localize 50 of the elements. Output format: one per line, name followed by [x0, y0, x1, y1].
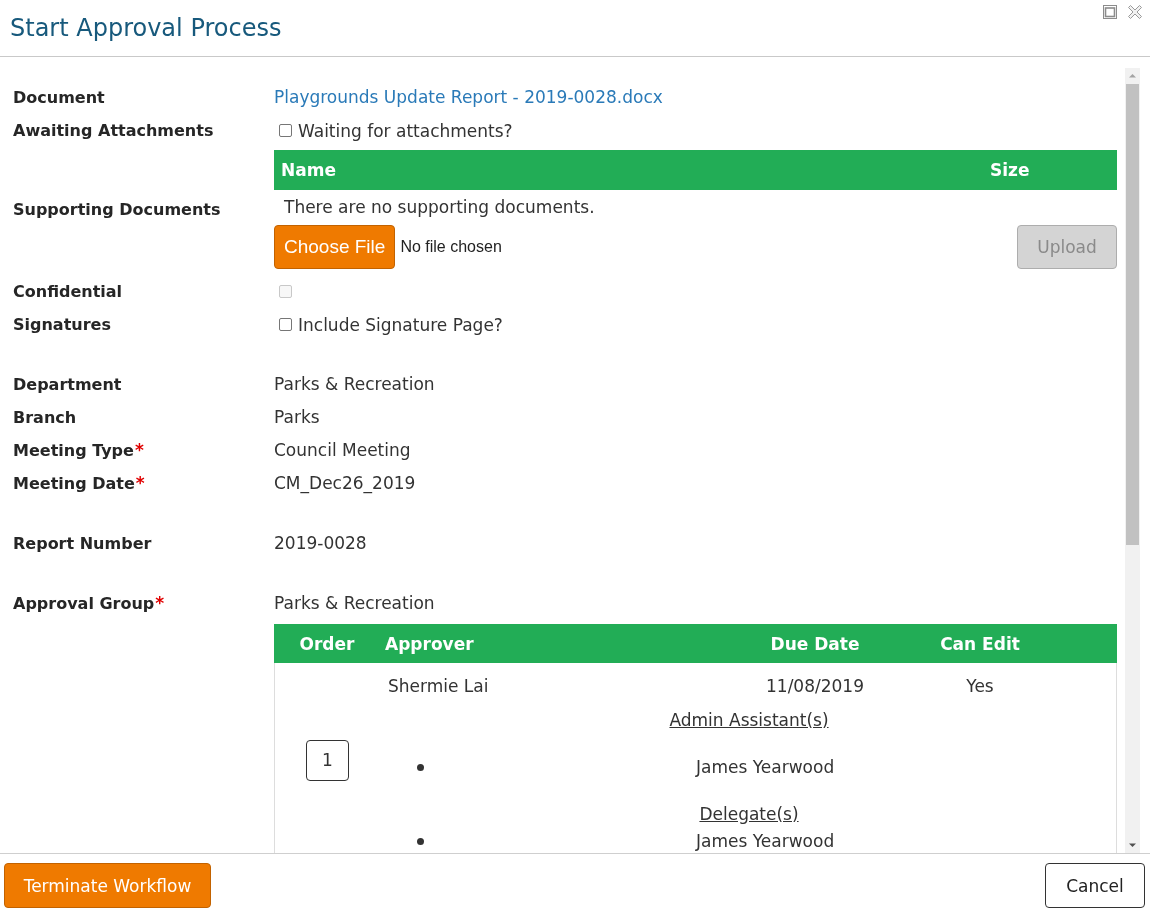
order-field[interactable]: 1 [306, 739, 349, 781]
column-header: Approver [384, 633, 475, 654]
terminate-button[interactable]: Terminate Workflow [4, 863, 211, 908]
due-date: 11/08/2019 [765, 676, 865, 696]
checkbox-label: Waiting for attachments? [298, 120, 513, 141]
checkbox[interactable] [279, 318, 292, 331]
person-name: James Yearwood [694, 830, 836, 853]
field-value: Council Meeting [274, 439, 411, 462]
field-label: Document [13, 88, 105, 107]
required-mark: * [134, 440, 144, 460]
field-label: Approval Group [13, 594, 155, 613]
column-header: Can Edit [939, 633, 1021, 654]
field-value: 2019-0028 [274, 532, 367, 555]
empty-message: There are no supporting documents. [283, 196, 596, 219]
field-label: Awaiting Attachments [13, 121, 214, 140]
group-heading: Admin Assistant(s) [668, 709, 830, 731]
restore-icon[interactable] [1103, 5, 1117, 19]
scrollbar-thumb[interactable] [1126, 84, 1139, 545]
group-heading: Delegate(s) [698, 803, 800, 825]
checkbox-label: Include Signature Page? [298, 314, 503, 335]
field-label: Signatures [13, 315, 111, 334]
document-link[interactable]: Playgrounds Update Report - 2019-0028.docx [274, 81, 663, 114]
field-value: Parks [274, 406, 320, 429]
field-value: Parks & Recreation [274, 592, 435, 615]
person-name: James Yearwood [694, 756, 836, 779]
column-header: Due Date [769, 633, 861, 654]
field-label: Meeting Type [13, 441, 134, 460]
field-label: Confidential [13, 282, 123, 301]
column-header: Name [280, 160, 337, 180]
required-mark: * [155, 593, 165, 613]
bullet-icon [416, 837, 424, 845]
approver-name: Shermie Lai [387, 676, 490, 696]
column-header: Size [990, 160, 1031, 180]
field-label: Department [13, 375, 122, 394]
field-label: Branch [13, 408, 77, 427]
checkbox[interactable] [279, 124, 292, 137]
required-mark: * [135, 473, 145, 493]
field-label: Supporting Documents [13, 200, 221, 219]
close-icon[interactable] [1128, 5, 1142, 19]
window-title: Start Approval Process [9, 13, 282, 44]
field-value: Parks & Recreation [274, 373, 435, 396]
field-value: CM_Dec26_2019 [274, 472, 416, 496]
can-edit-value: Yes [965, 676, 995, 696]
choose-file-button[interactable]: Choose File [274, 225, 396, 269]
field-label: Meeting Date [13, 474, 135, 493]
bullet-icon [416, 763, 424, 771]
cancel-button[interactable]: Cancel [1045, 863, 1145, 908]
field-label: Report Number [13, 534, 152, 553]
file-status: No file chosen [400, 238, 502, 256]
column-header: Order [298, 633, 356, 654]
